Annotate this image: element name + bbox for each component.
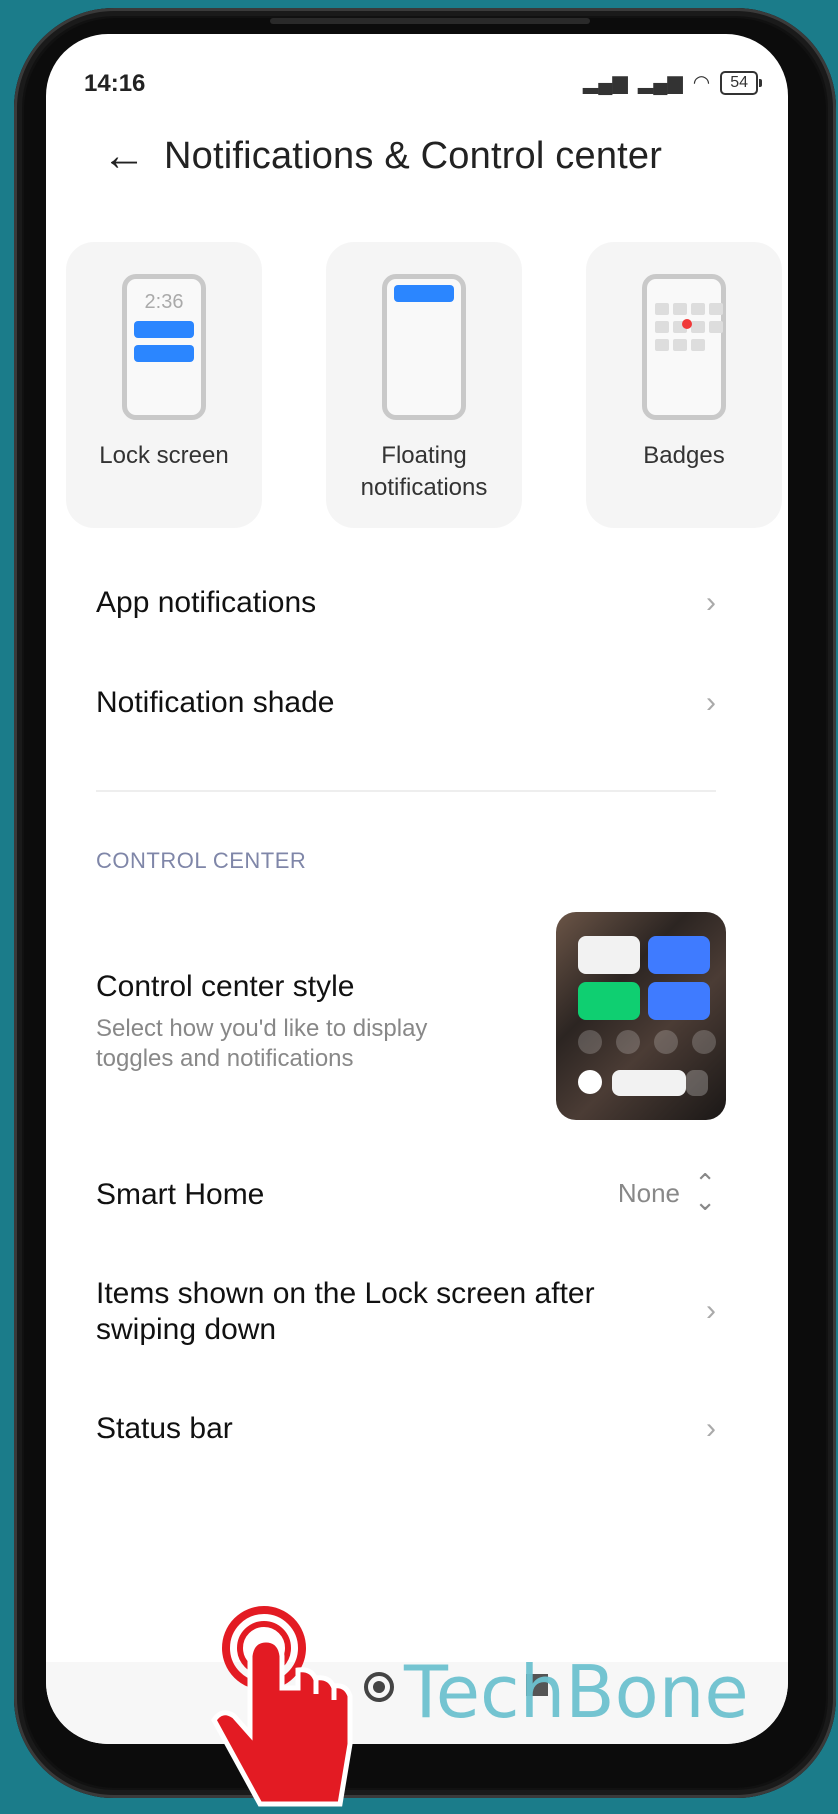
- lock-screen-card[interactable]: 2:36 Lock screen: [66, 242, 262, 528]
- badges-card[interactable]: Badges: [586, 242, 782, 528]
- status-bar-row[interactable]: Status bar ›: [96, 1412, 716, 1446]
- floating-notification-bar: [394, 285, 454, 302]
- section-title: CONTROL CENTER: [96, 848, 307, 873]
- screen: 14:16 ▂▄▆ ▂▄▆ ◠ 54 ← Notifications & Con…: [46, 34, 788, 1744]
- preview-slider: [612, 1070, 686, 1096]
- control-center-style-subtitle: Select how you'd like to display toggles…: [96, 1015, 428, 1072]
- items-lock-screen-label: Items shown on the Lock screen after swi…: [96, 1277, 595, 1346]
- badges-illustration: [642, 274, 726, 420]
- notification-type-cards: 2:36 Lock screen Floating notifications: [66, 242, 782, 528]
- watermark-logo: TechBone: [404, 1650, 749, 1734]
- control-center-preview[interactable]: [556, 912, 726, 1120]
- notification-shade-row[interactable]: Notification shade ›: [96, 686, 716, 720]
- status-icons: ▂▄▆ ▂▄▆ ◠ 54: [582, 70, 762, 95]
- smart-home-row[interactable]: Smart Home None ⌃ ⌄: [96, 1170, 716, 1214]
- preview-tile: [578, 936, 640, 974]
- status-bar-label: Status bar: [96, 1412, 233, 1445]
- app-notifications-row[interactable]: App notifications ›: [96, 586, 716, 620]
- notification-bar: [134, 321, 194, 338]
- speaker-grille: [270, 18, 590, 24]
- mock-clock-text: 2:36: [144, 291, 184, 313]
- status-time: 14:16: [84, 70, 146, 97]
- floating-notifications-illustration: [382, 274, 466, 420]
- tap-hand-icon: [211, 1606, 353, 1807]
- items-lock-screen-row[interactable]: Items shown on the Lock screen after swi…: [96, 1276, 716, 1348]
- back-arrow-icon[interactable]: ←: [102, 134, 146, 178]
- page-header: ← Notifications & Control center: [102, 134, 662, 178]
- home-button-icon[interactable]: [364, 1672, 394, 1702]
- control-center-style-row[interactable]: Control center style Select how you'd li…: [96, 970, 476, 1074]
- signal-icon-2: ▂▄▆: [637, 72, 683, 94]
- battery-icon: 54: [720, 70, 762, 95]
- app-notifications-label: App notifications: [96, 586, 317, 619]
- smart-home-label: Smart Home: [96, 1178, 265, 1211]
- floating-notifications-label: Floating notifications: [360, 442, 488, 501]
- badge-dot-icon: [682, 319, 692, 329]
- wifi-icon: ◠: [692, 72, 711, 94]
- page-title: Notifications & Control center: [164, 134, 663, 177]
- signal-icon: ▂▄▆: [582, 72, 628, 94]
- chevron-right-icon: ›: [706, 1412, 716, 1445]
- smart-home-value: None: [617, 1178, 680, 1208]
- notification-bar: [134, 345, 194, 362]
- section-divider: [96, 790, 716, 792]
- preview-tile: [648, 936, 710, 974]
- chevron-right-icon: ›: [706, 686, 716, 719]
- lock-screen-label: Lock screen: [99, 442, 229, 469]
- chevron-up-down-icon: ⌃ ⌄: [694, 1168, 716, 1216]
- floating-notifications-card[interactable]: Floating notifications: [326, 242, 522, 528]
- preview-tile: [578, 982, 640, 1020]
- chevron-right-icon: ›: [706, 1294, 716, 1327]
- control-center-style-title: Control center style: [96, 970, 355, 1003]
- badges-label: Badges: [643, 442, 725, 469]
- lock-screen-illustration: 2:36: [122, 274, 206, 420]
- chevron-right-icon: ›: [706, 586, 716, 619]
- status-bar: 14:16 ▂▄▆ ▂▄▆ ◠ 54: [46, 34, 788, 114]
- notification-shade-label: Notification shade: [96, 686, 335, 719]
- preview-tile: [648, 982, 710, 1020]
